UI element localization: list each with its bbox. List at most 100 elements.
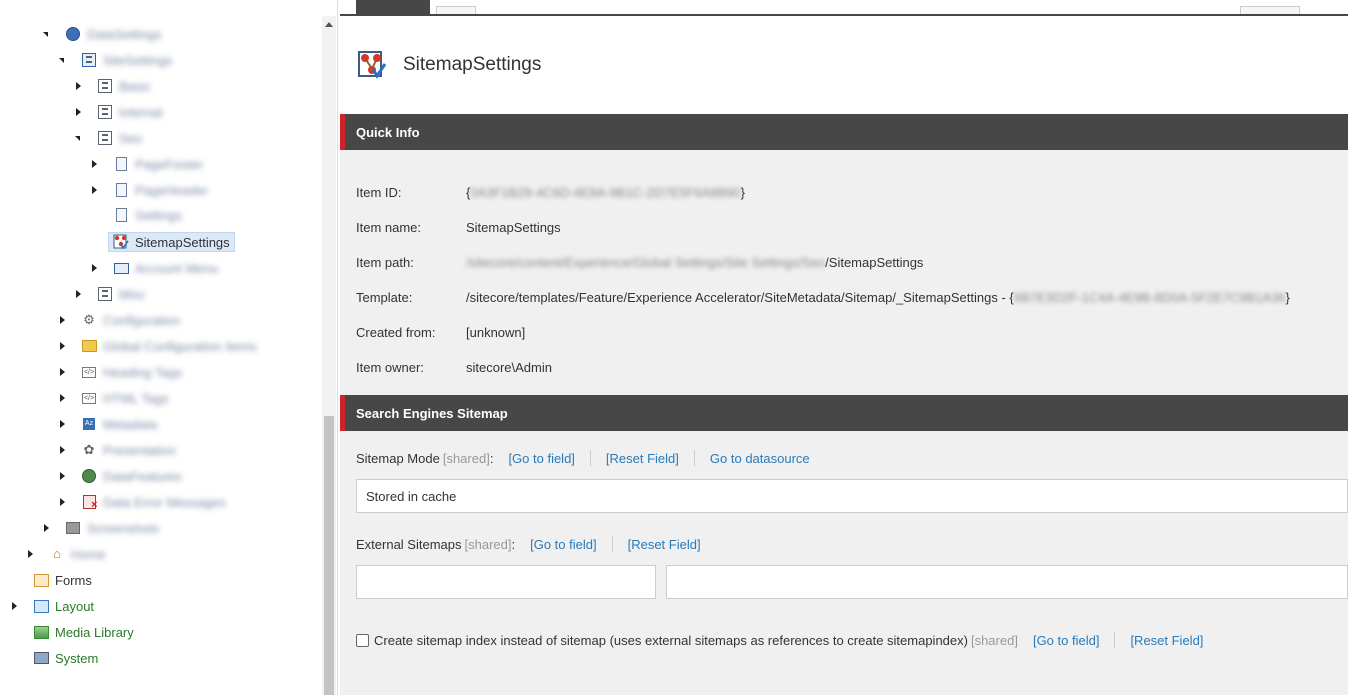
tree-item-heading-tags[interactable]: </> Heading Tags bbox=[58, 361, 187, 383]
collapsed-arrow-icon[interactable] bbox=[58, 445, 68, 455]
tree-item-internal[interactable]: Internal bbox=[74, 101, 167, 123]
tree-item-content[interactable]: Forms bbox=[28, 570, 97, 590]
collapsed-arrow-icon[interactable] bbox=[26, 549, 36, 559]
tree-item-global-configuration-items[interactable]: Global Configuration Items bbox=[58, 335, 262, 357]
tree-item-sitesettings[interactable]: SiteSettings bbox=[58, 49, 177, 71]
sitemap-mode-select[interactable]: Stored in cache bbox=[356, 479, 1348, 513]
sitemap-index-checkbox[interactable] bbox=[356, 633, 369, 647]
tree-item-configuration[interactable]: ⚙ Configuration bbox=[58, 309, 185, 331]
tree-item-settings[interactable]: Settings bbox=[90, 204, 187, 226]
tree-item-content[interactable]: SitemapSettings bbox=[108, 232, 235, 252]
tree-item-account-menu[interactable]: Account Menu bbox=[90, 257, 223, 279]
collapsed-arrow-icon[interactable] bbox=[90, 159, 100, 169]
sitemap-index-label[interactable]: Create sitemap index instead of sitemap … bbox=[374, 633, 968, 648]
tree-item-data-error-messages[interactable]: Data Error Messages bbox=[58, 491, 231, 513]
tree-item-basic[interactable]: Basic bbox=[74, 75, 156, 97]
tree-item-content[interactable]: </> HTML Tags bbox=[76, 388, 174, 408]
go-to-field-link[interactable]: [Go to field] bbox=[1033, 633, 1099, 648]
collapsed-arrow-icon[interactable] bbox=[42, 523, 52, 533]
tree-item-content[interactable]: Internal bbox=[92, 102, 167, 122]
tree-item-system[interactable]: System bbox=[10, 647, 103, 669]
go-to-datasource-link[interactable]: Go to datasource bbox=[710, 451, 810, 466]
item-id-value[interactable]: {0A3F1B29-4C6D-4E8A-9B1C-2D7E5F6A8B90} bbox=[466, 185, 745, 200]
tree-item-content[interactable]: ⚙ Configuration bbox=[76, 310, 185, 330]
tree-item-content[interactable]: Seo bbox=[92, 128, 147, 148]
tree-item-label: SitemapSettings bbox=[135, 234, 230, 250]
external-sitemaps-list-left[interactable] bbox=[356, 565, 656, 599]
collapsed-arrow-icon[interactable] bbox=[10, 601, 20, 611]
content-tree: DataSettings SiteSettings Basic Internal Seo… bbox=[0, 0, 338, 695]
collapsed-arrow-icon[interactable] bbox=[90, 263, 100, 273]
tree-item-sitemapsettings[interactable]: SitemapSettings bbox=[90, 231, 235, 253]
tree-item-content[interactable]: Basic bbox=[92, 76, 156, 96]
tree-item-datasettings[interactable]: DataSettings bbox=[42, 23, 166, 45]
tree-item-content[interactable]: DataSettings bbox=[60, 24, 166, 44]
collapsed-arrow-icon[interactable] bbox=[58, 497, 68, 507]
collapsed-arrow-icon[interactable] bbox=[74, 107, 84, 117]
template-value[interactable]: /sitecore/templates/Feature/Experience A… bbox=[466, 290, 1290, 305]
tree-item-content[interactable]: Az Metadata bbox=[76, 414, 162, 434]
collapsed-arrow-icon[interactable] bbox=[90, 185, 100, 195]
expanded-arrow-icon[interactable] bbox=[42, 29, 52, 39]
expanded-arrow-icon[interactable] bbox=[58, 55, 68, 65]
tree-item-html-tags[interactable]: </> HTML Tags bbox=[58, 387, 174, 409]
tree-item-content[interactable]: Data Error Messages bbox=[76, 492, 231, 513]
collapsed-arrow-icon[interactable] bbox=[58, 419, 68, 429]
tree-item-content[interactable]: SiteSettings bbox=[76, 50, 177, 70]
created-from-label: Created from: bbox=[356, 324, 436, 340]
collapsed-arrow-icon[interactable] bbox=[58, 315, 68, 325]
tree-item-datafeatures[interactable]: DataFeatures bbox=[58, 465, 187, 487]
tree-item-forms[interactable]: Forms bbox=[10, 569, 97, 591]
quick-info-header[interactable]: Quick Info bbox=[340, 114, 1348, 150]
tree-item-content[interactable]: ⌂ Home bbox=[44, 544, 111, 564]
tree-item-content[interactable]: </> Heading Tags bbox=[76, 362, 187, 382]
tree-item-content[interactable]: Global Configuration Items bbox=[76, 336, 262, 356]
go-to-field-link[interactable]: [Go to field] bbox=[508, 451, 574, 466]
no-arrow bbox=[10, 653, 20, 663]
go-to-field-link[interactable]: [Go to field] bbox=[530, 537, 596, 552]
tree-item-content[interactable]: ✿ Presentation bbox=[76, 440, 181, 460]
tree-item-screenshots[interactable]: Screenshots bbox=[42, 517, 164, 539]
tree-item-misc[interactable]: Misc bbox=[74, 283, 151, 305]
sitemap-section-header[interactable]: Search Engines Sitemap bbox=[340, 395, 1348, 431]
reset-field-link[interactable]: [Reset Field] bbox=[1130, 633, 1203, 648]
collapsed-arrow-icon[interactable] bbox=[74, 289, 84, 299]
collapsed-arrow-icon[interactable] bbox=[58, 471, 68, 481]
collapsed-arrow-icon[interactable] bbox=[58, 393, 68, 403]
tree-item-presentation[interactable]: ✿ Presentation bbox=[58, 439, 181, 461]
scroll-up-arrow-icon[interactable] bbox=[325, 22, 333, 27]
tree-item-content[interactable]: Media Library bbox=[28, 622, 139, 642]
tree-item-pageheader[interactable]: PageHeader bbox=[90, 179, 213, 201]
expanded-arrow-icon[interactable] bbox=[74, 133, 84, 143]
tree-item-content[interactable]: System bbox=[28, 648, 103, 668]
reset-field-link[interactable]: [Reset Field] bbox=[606, 451, 679, 466]
collapsed-arrow-icon[interactable] bbox=[58, 341, 68, 351]
tree-scrollbar[interactable] bbox=[322, 16, 336, 695]
collapsed-arrow-icon[interactable] bbox=[58, 367, 68, 377]
tree-item-media-library[interactable]: Media Library bbox=[10, 621, 139, 643]
system-icon bbox=[33, 650, 49, 666]
tab-right[interactable] bbox=[1240, 6, 1300, 14]
sitemap-mode-value: Stored in cache bbox=[366, 488, 457, 504]
tree-item-metadata[interactable]: Az Metadata bbox=[58, 413, 162, 435]
tree-item-home[interactable]: ⌂ Home bbox=[26, 543, 111, 565]
reset-field-link[interactable]: [Reset Field] bbox=[628, 537, 701, 552]
tree-item-content[interactable]: Layout bbox=[28, 596, 99, 616]
item-path-value[interactable]: /sitecore/content/Experience/Global Sett… bbox=[466, 255, 923, 270]
item-name-label: Item name: bbox=[356, 219, 422, 235]
sitemap-section-title: Search Engines Sitemap bbox=[356, 405, 508, 421]
tree-item-seo[interactable]: Seo bbox=[74, 127, 147, 149]
tree-item-content[interactable]: Misc bbox=[92, 284, 151, 304]
tree-item-pagefooter[interactable]: PageFooter bbox=[90, 153, 208, 175]
scrollbar-thumb[interactable] bbox=[324, 416, 334, 695]
external-sitemaps-list-right[interactable] bbox=[666, 565, 1348, 599]
tree-item-content[interactable]: PageHeader bbox=[108, 180, 213, 200]
tree-item-content[interactable]: Account Menu bbox=[108, 258, 223, 278]
tree-item-content[interactable]: DataFeatures bbox=[76, 466, 187, 486]
tree-item-content[interactable]: Settings bbox=[108, 205, 187, 225]
tree-item-layout[interactable]: Layout bbox=[10, 595, 99, 617]
tree-item-content[interactable]: Screenshots bbox=[60, 518, 164, 538]
tree-item-label: Presentation bbox=[103, 442, 176, 458]
tree-item-content[interactable]: PageFooter bbox=[108, 154, 208, 174]
collapsed-arrow-icon[interactable] bbox=[74, 81, 84, 91]
